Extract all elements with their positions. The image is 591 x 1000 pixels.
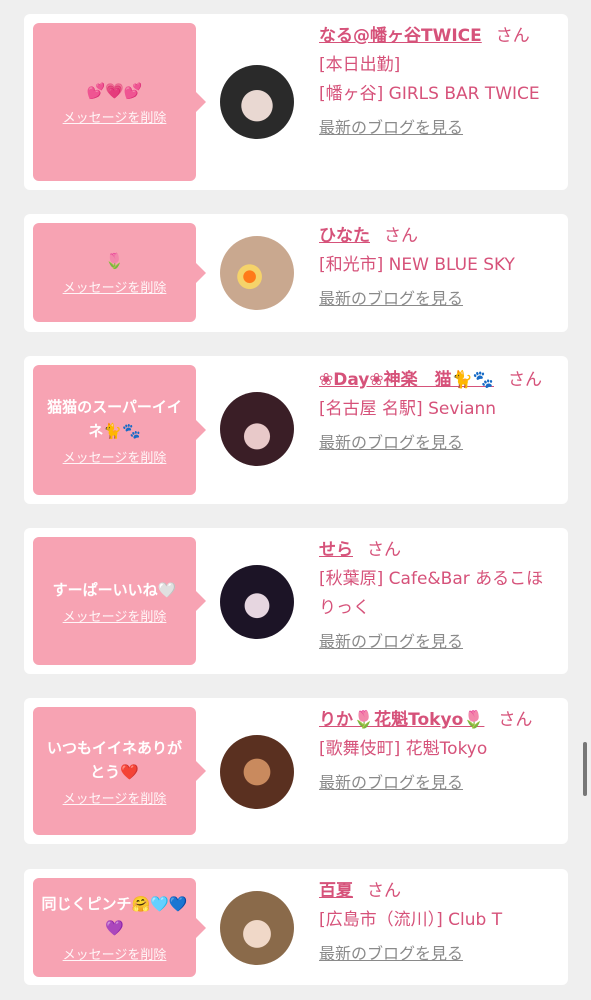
latest-blog-link[interactable]: 最新のブログを見る <box>319 284 463 313</box>
message-bubble: いつもイイネありがとう❤️ メッセージを削除 <box>33 707 206 835</box>
scrollbar[interactable] <box>583 742 587 796</box>
user-name-link[interactable]: りか🌷花魁Tokyo🌷 <box>319 710 484 730</box>
message-text: いつもイイネありがとう❤️ <box>46 738 182 781</box>
user-name-link[interactable]: 百夏 <box>319 881 353 901</box>
shop-text: [和光市] NEW BLUE SKY <box>319 255 515 275</box>
message-text: すーぱーいいね🤍 <box>52 580 177 599</box>
message-bubble: 💕💗💕 メッセージを削除 <box>33 23 206 181</box>
shop-text: [秋葉原] Cafe&Bar あるこほりっく <box>319 569 544 618</box>
status-text: [本日出勤] <box>319 55 401 75</box>
message-bubble: 猫猫のスーパーイイネ🐈🐾 メッセージを削除 <box>33 365 206 495</box>
avatar[interactable] <box>220 735 294 809</box>
message-bubble: 同じくピンチ🤗🩵💙💜 メッセージを削除 <box>33 878 206 977</box>
shop-text: [広島市（流川）] Club T <box>319 910 503 930</box>
user-info: せら さん [秋葉原] Cafe&Bar あるこほりっく 最新のブログを見る <box>319 536 559 657</box>
like-card: 同じくピンチ🤗🩵💙💜 メッセージを削除 百夏 さん [広島市（流川）] Club … <box>24 869 568 985</box>
like-card: 💕💗💕 メッセージを削除 なる@幡ヶ谷TWICE さん [本日出勤] [幡ヶ谷] … <box>24 14 568 190</box>
delete-message-link[interactable]: メッセージを削除 <box>63 944 167 963</box>
delete-message-link[interactable]: メッセージを削除 <box>63 447 167 466</box>
honorific: さん <box>384 226 418 246</box>
message-text: 💕💗💕 <box>86 81 143 100</box>
latest-blog-link[interactable]: 最新のブログを見る <box>319 428 463 457</box>
shop-text: [名古屋 名駅] Seviann <box>319 399 497 419</box>
user-info: なる@幡ヶ谷TWICE さん [本日出勤] [幡ヶ谷] GIRLS BAR TWI… <box>319 22 559 143</box>
shop-text: [幡ヶ谷] GIRLS BAR TWICE <box>319 84 540 104</box>
latest-blog-link[interactable]: 最新のブログを見る <box>319 939 463 968</box>
latest-blog-link[interactable]: 最新のブログを見る <box>319 113 463 142</box>
delete-message-link[interactable]: メッセージを削除 <box>63 107 167 126</box>
like-card: いつもイイネありがとう❤️ メッセージを削除 りか🌷花魁Tokyo🌷 さん [歌舞… <box>24 698 568 844</box>
user-name-link[interactable]: せら <box>319 540 353 560</box>
message-text: 猫猫のスーパーイイネ🐈🐾 <box>47 397 182 440</box>
delete-message-link[interactable]: メッセージを削除 <box>63 788 167 807</box>
honorific: さん <box>367 881 401 901</box>
message-bubble: すーぱーいいね🤍 メッセージを削除 <box>33 537 206 665</box>
user-info: ❀Day❀神楽 猫🐈🐾 さん [名古屋 名駅] Seviann 最新のブログを見る <box>319 366 559 458</box>
latest-blog-link[interactable]: 最新のブログを見る <box>319 627 463 656</box>
avatar[interactable] <box>220 565 294 639</box>
user-name-link[interactable]: なる@幡ヶ谷TWICE <box>319 26 482 46</box>
user-info: ひなた さん [和光市] NEW BLUE SKY 最新のブログを見る <box>319 222 559 314</box>
delete-message-link[interactable]: メッセージを削除 <box>63 277 167 296</box>
like-card: 猫猫のスーパーイイネ🐈🐾 メッセージを削除 ❀Day❀神楽 猫🐈🐾 さん [名古屋… <box>24 356 568 504</box>
honorific: さん <box>367 540 401 560</box>
like-card: すーぱーいいね🤍 メッセージを削除 せら さん [秋葉原] Cafe&Bar ある… <box>24 528 568 674</box>
user-name-link[interactable]: ❀Day❀神楽 猫🐈🐾 <box>319 370 494 390</box>
honorific: さん <box>507 370 542 390</box>
avatar[interactable] <box>220 65 294 139</box>
message-text: 同じくピンチ🤗🩵💙💜 <box>41 895 188 937</box>
user-info: 百夏 さん [広島市（流川）] Club T 最新のブログを見る <box>319 877 559 969</box>
latest-blog-link[interactable]: 最新のブログを見る <box>319 768 463 797</box>
user-info: りか🌷花魁Tokyo🌷 さん [歌舞伎町] 花魁Tokyo 最新のブログを見る <box>319 706 559 798</box>
avatar[interactable] <box>220 891 294 965</box>
honorific: さん <box>495 26 530 46</box>
avatar[interactable] <box>220 392 294 466</box>
shop-text: [歌舞伎町] 花魁Tokyo <box>319 739 488 759</box>
message-text: 🌷 <box>105 252 124 270</box>
delete-message-link[interactable]: メッセージを削除 <box>63 606 167 625</box>
avatar[interactable] <box>220 236 294 310</box>
user-name-link[interactable]: ひなた <box>319 226 370 246</box>
message-bubble: 🌷 メッセージを削除 <box>33 223 206 322</box>
like-card: 🌷 メッセージを削除 ひなた さん [和光市] NEW BLUE SKY 最新のブ… <box>24 214 568 332</box>
honorific: さん <box>498 710 533 730</box>
